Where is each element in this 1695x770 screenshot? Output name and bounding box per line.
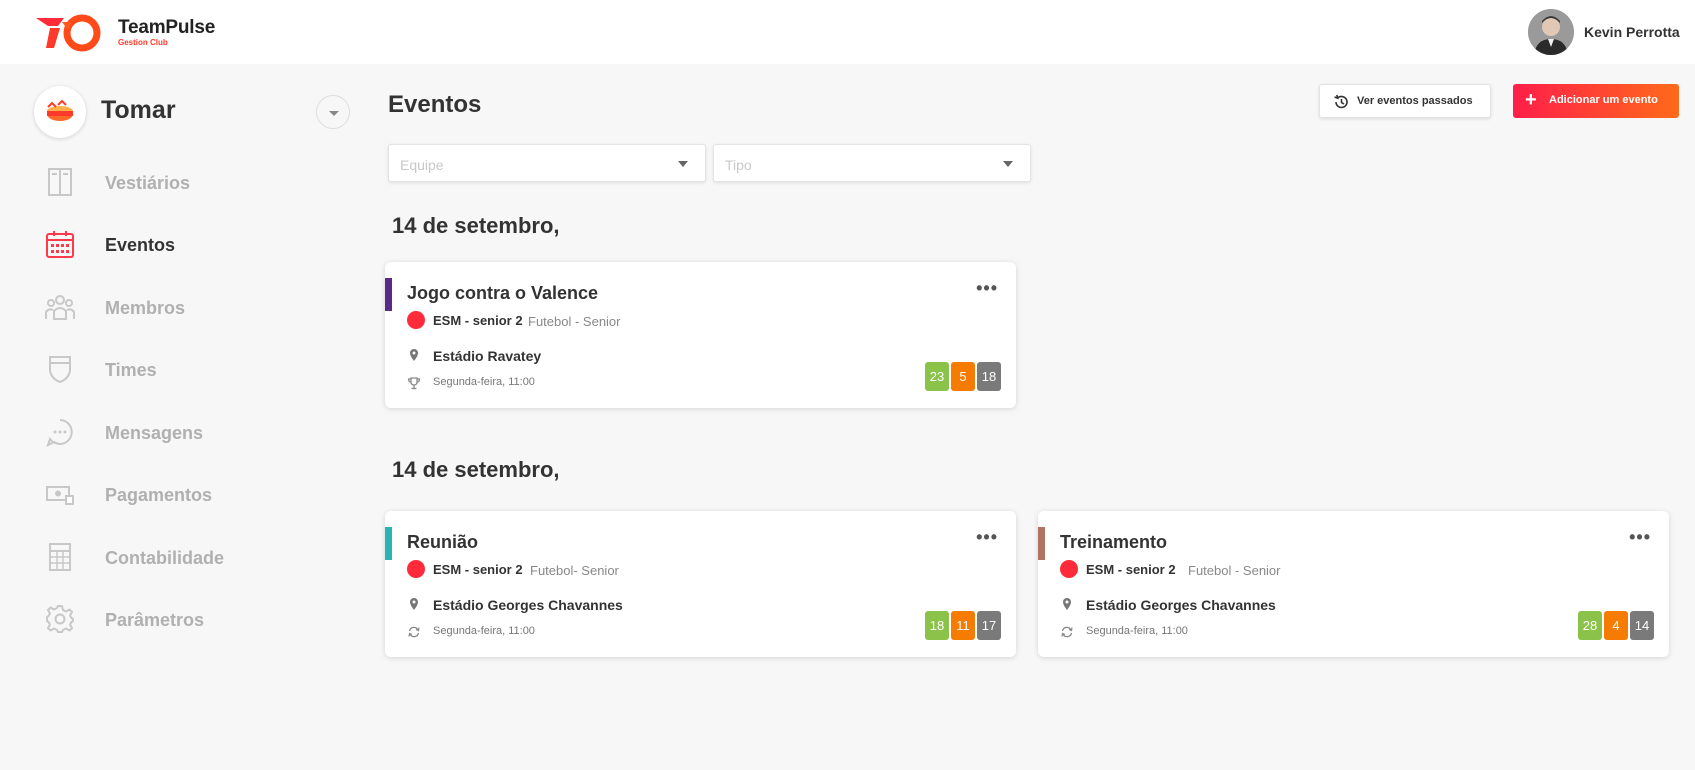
recurring-icon — [408, 626, 420, 638]
avatar-photo-icon — [1528, 9, 1574, 55]
members-icon — [45, 295, 75, 320]
event-title: Reunião — [407, 532, 479, 552]
event-color-bar — [385, 527, 392, 560]
page-title: Eventos — [388, 91, 482, 118]
shield-icon — [49, 356, 71, 384]
attendance-no-count: 17 — [977, 611, 1001, 640]
more-options-icon[interactable]: ••• — [1629, 527, 1651, 548]
teampulse-logo-icon[interactable] — [34, 14, 106, 52]
view-past-events-label: Ver eventos passados — [1357, 95, 1473, 107]
sidebar-item-label: Membros — [105, 298, 186, 318]
attendance-yes-count: 23 — [925, 362, 949, 391]
event-location: Estádio Georges Chavannes — [1086, 597, 1276, 613]
event-team: ESM - senior 2 — [433, 313, 523, 328]
event-color-bar — [1038, 527, 1045, 560]
calculator-icon — [49, 543, 71, 571]
team-filter-placeholder: Equipe — [400, 157, 444, 173]
date-heading: 14 de setembro, — [392, 213, 560, 238]
payments-icon — [46, 486, 74, 505]
sidebar-item-times[interactable]: Times — [40, 349, 320, 389]
caret-down-icon — [678, 161, 688, 167]
event-title: Jogo contra o Valence — [407, 283, 599, 303]
event-card[interactable]: Reunião ••• ESM - senior 2 Futebol- Seni… — [385, 511, 1016, 657]
sidebar-item-label: Eventos — [105, 235, 176, 255]
team-filter-select[interactable]: Equipe — [388, 144, 706, 182]
event-datetime: Segunda-feira, 11:00 — [433, 376, 535, 388]
event-card[interactable]: Treinamento ••• ESM - senior 2 Futebol -… — [1038, 511, 1669, 657]
club-logo[interactable] — [34, 86, 86, 138]
event-sport-category: Futebol- Senior — [530, 563, 619, 578]
stadium-icon — [47, 99, 73, 121]
attendance-no-count: 18 — [977, 362, 1001, 391]
event-title: Treinamento — [1060, 532, 1168, 552]
attendance-counts: 23 5 18 — [925, 362, 1001, 391]
history-icon — [1334, 94, 1348, 109]
event-card[interactable]: Jogo contra o Valence ••• ESM - senior 2… — [385, 262, 1016, 408]
calendar-icon — [46, 231, 74, 258]
location-pin-icon — [410, 349, 418, 361]
sidebar-item-membros[interactable]: Membros — [40, 287, 320, 327]
plus-icon: + — [1525, 89, 1537, 111]
user-avatar[interactable] — [1528, 9, 1574, 55]
view-past-events-button[interactable]: Ver eventos passados — [1319, 84, 1491, 118]
attendance-no-count: 14 — [1630, 611, 1654, 640]
sidebar-item-eventos[interactable]: Eventos — [40, 224, 320, 264]
gear-icon — [46, 605, 74, 633]
event-color-bar — [385, 278, 392, 311]
sidebar-item-label: Times — [105, 360, 157, 380]
recurring-icon — [1061, 626, 1073, 638]
attendance-maybe-count: 4 — [1604, 611, 1628, 640]
top-bar: TeamPulse Gestion Club Kevin Perrotta — [0, 0, 1695, 64]
type-filter-select[interactable]: Tipo — [713, 144, 1031, 182]
event-sport-category: Futebol - Senior — [528, 314, 621, 329]
event-datetime: Segunda-feira, 11:00 — [433, 625, 535, 637]
add-event-label: Adicionar um evento — [1549, 94, 1658, 106]
add-event-button[interactable]: + Adicionar um evento — [1513, 84, 1679, 118]
type-filter-placeholder: Tipo — [725, 157, 752, 173]
attendance-yes-count: 18 — [925, 611, 949, 640]
date-heading: 14 de setembro, — [392, 457, 560, 482]
caret-down-icon — [1003, 161, 1013, 167]
sidebar-item-contabilidade[interactable]: Contabilidade — [40, 537, 320, 577]
event-datetime: Segunda-feira, 11:00 — [1086, 625, 1188, 637]
event-sport-category: Futebol - Senior — [1188, 563, 1281, 578]
team-logo-icon — [407, 560, 425, 578]
more-options-icon[interactable]: ••• — [976, 278, 998, 299]
team-logo-icon — [407, 311, 425, 329]
location-pin-icon — [1063, 598, 1071, 610]
team-logo-icon — [1060, 560, 1078, 578]
attendance-counts: 18 11 17 — [925, 611, 1001, 640]
sidebar-item-pagamentos[interactable]: Pagamentos — [40, 474, 320, 514]
chat-icon — [46, 419, 73, 447]
sidebar-item-label: Parâmetros — [105, 610, 205, 630]
sidebar-item-mensagens[interactable]: Mensagens — [40, 412, 320, 452]
event-location: Estádio Georges Chavannes — [433, 597, 623, 613]
event-team: ESM - senior 2 — [1086, 562, 1176, 577]
club-name: Tomar — [101, 96, 176, 124]
attendance-yes-count: 28 — [1578, 611, 1602, 640]
trophy-icon — [407, 377, 421, 390]
locker-icon — [48, 168, 72, 196]
more-options-icon[interactable]: ••• — [976, 527, 998, 548]
attendance-maybe-count: 11 — [951, 611, 975, 640]
attendance-maybe-count: 5 — [951, 362, 975, 391]
brand-name: TeamPulse — [118, 17, 216, 38]
brand-subtitle: Gestion Club — [118, 38, 168, 47]
club-switcher-dropdown[interactable] — [316, 95, 350, 129]
location-pin-icon — [410, 598, 418, 610]
sidebar-item-vestiarios[interactable]: Vestiários — [40, 162, 320, 202]
sidebar-item-label: Mensagens — [105, 423, 204, 443]
attendance-counts: 28 4 14 — [1578, 611, 1654, 640]
sidebar-item-label: Vestiários — [105, 173, 191, 193]
sidebar-item-parametros[interactable]: Parâmetros — [40, 599, 320, 639]
user-name[interactable]: Kevin Perrotta — [1584, 24, 1680, 40]
event-location: Estádio Ravatey — [433, 348, 542, 364]
sidebar-item-label: Contabilidade — [105, 548, 225, 568]
event-team: ESM - senior 2 — [433, 562, 523, 577]
sidebar-item-label: Pagamentos — [105, 485, 213, 505]
